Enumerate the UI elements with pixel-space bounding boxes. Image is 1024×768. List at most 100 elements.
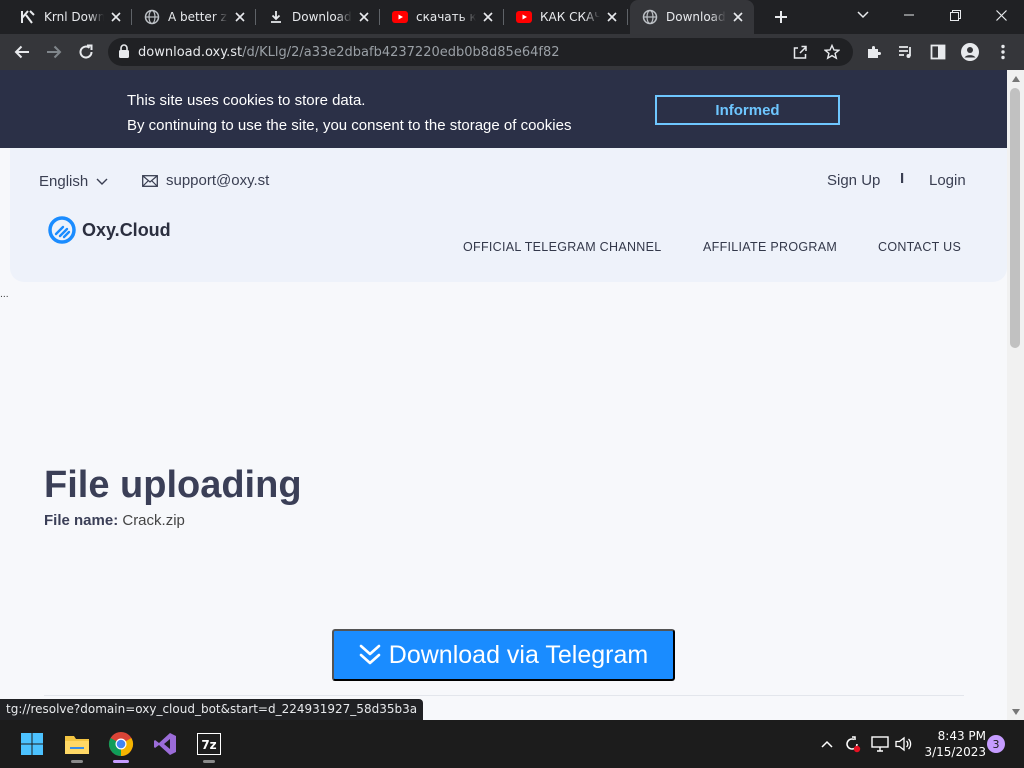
language-selector[interactable]: English <box>39 173 108 190</box>
extensions-puzzle-icon[interactable] <box>865 44 883 60</box>
header-separator: I <box>900 170 905 187</box>
globe-icon <box>144 9 160 25</box>
cookie-accept-button[interactable]: Informed <box>655 95 840 125</box>
restore-icon <box>949 9 961 21</box>
arrow-right-icon <box>47 45 62 59</box>
back-button[interactable] <box>6 36 38 68</box>
taskbar-7zip[interactable]: 7z <box>193 728 225 763</box>
tab-title: Krnl Downloads <box>44 10 104 24</box>
cookie-message: This site uses cookies to store data. By… <box>127 88 571 138</box>
download-icon <box>268 9 284 25</box>
nav-telegram-channel[interactable]: OFFICIAL TELEGRAM CHANNEL <box>463 240 662 254</box>
folder-icon <box>65 736 89 754</box>
chrome-icon <box>108 732 134 756</box>
tab-better-zip[interactable]: A better zip <box>132 0 256 34</box>
tab-title: скачать крякнутый <box>416 10 476 24</box>
nav-contact-us[interactable]: CONTACT US <box>878 240 961 254</box>
oxy-cloud-logo-icon <box>48 216 76 244</box>
oxy-cloud-logo[interactable]: Oxy.Cloud <box>48 216 171 244</box>
link-status-bubble: tg://resolve?domain=oxy_cloud_bot&start=… <box>0 699 424 720</box>
volume-icon[interactable] <box>894 734 914 754</box>
tab-title: Downloads <box>292 10 352 24</box>
kebab-menu-icon[interactable] <box>994 44 1012 60</box>
running-indicator <box>203 760 215 763</box>
web-page: This site uses cookies to store data. By… <box>0 70 1007 720</box>
url-path: /d/KLlg/2/a33e2dbafb4237220edb0b8d85e64f… <box>242 44 560 60</box>
download-via-telegram-button[interactable]: Download via Telegram <box>332 629 675 681</box>
windows-taskbar: 7z 8:43 PM 3/15/2023 3 <box>0 720 1024 768</box>
chevron-down-icon <box>857 11 869 19</box>
page-title: File uploading <box>44 464 302 506</box>
nav-affiliate-program[interactable]: AFFILIATE PROGRAM <box>703 240 837 254</box>
page-scrollbar[interactable] <box>1007 70 1024 720</box>
bookmark-star-icon[interactable] <box>824 44 840 60</box>
visual-studio-icon <box>154 733 176 755</box>
close-icon[interactable] <box>730 9 746 25</box>
scroll-down-arrow-icon[interactable] <box>1011 707 1020 716</box>
minimize-button[interactable] <box>886 0 932 30</box>
svg-text:7z: 7z <box>201 738 216 752</box>
notification-count-badge[interactable]: 3 <box>987 735 1005 753</box>
arrow-left-icon <box>14 45 29 59</box>
new-tab-button[interactable] <box>766 0 796 34</box>
tab-downloads[interactable]: Downloads <box>256 0 380 34</box>
network-icon[interactable] <box>870 734 890 754</box>
taskbar-visual-studio[interactable] <box>149 728 181 760</box>
running-indicator <box>113 760 129 763</box>
close-icon[interactable] <box>480 9 496 25</box>
plus-icon <box>775 11 787 23</box>
tab-search-button[interactable] <box>840 0 886 30</box>
tab-krnl[interactable]: Krnl Downloads <box>8 0 132 34</box>
side-panel-icon[interactable] <box>929 44 947 60</box>
support-email-link[interactable]: support@oxy.st <box>142 172 269 189</box>
reload-button[interactable] <box>70 36 102 68</box>
tab-youtube-1[interactable]: скачать крякнутый <box>380 0 504 34</box>
scroll-up-arrow-icon[interactable] <box>1011 74 1020 83</box>
url-text: download.oxy.st/d/KLlg/2/a33e2dbafb42372… <box>138 45 560 60</box>
signup-link[interactable]: Sign Up <box>827 172 880 189</box>
profile-avatar-icon[interactable] <box>961 43 979 61</box>
reload-icon <box>79 44 93 59</box>
address-bar[interactable]: download.oxy.st/d/KLlg/2/a33e2dbafb42372… <box>108 38 853 66</box>
lock-icon[interactable] <box>118 43 130 62</box>
minimize-icon <box>904 14 914 16</box>
forward-button[interactable] <box>38 36 70 68</box>
restore-button[interactable] <box>932 0 978 30</box>
support-email: support@oxy.st <box>166 172 270 189</box>
start-button[interactable] <box>16 728 48 760</box>
browser-tab-strip: Krnl Downloads A better zip Downloads ск… <box>0 0 1024 34</box>
windows-logo-icon <box>21 733 43 755</box>
ellipsis-text: ... <box>0 290 9 300</box>
chevron-down-icon <box>96 178 108 185</box>
close-icon[interactable] <box>604 9 620 25</box>
clock-time: 8:43 PM <box>937 729 986 743</box>
running-indicator <box>71 760 83 763</box>
sync-alert-icon[interactable] <box>842 734 862 754</box>
system-clock[interactable]: 8:43 PM 3/15/2023 <box>922 728 986 760</box>
taskbar-chrome[interactable] <box>105 728 137 763</box>
7zip-icon: 7z <box>197 733 221 755</box>
close-icon[interactable] <box>232 9 248 25</box>
close-icon[interactable] <box>108 9 124 25</box>
clock-date: 3/15/2023 <box>924 745 986 759</box>
login-link[interactable]: Login <box>929 172 966 189</box>
taskbar-file-explorer[interactable] <box>61 728 93 763</box>
close-icon[interactable] <box>356 9 372 25</box>
tab-download-active[interactable]: Download <box>630 0 754 34</box>
youtube-icon <box>392 9 408 25</box>
tab-youtube-2[interactable]: КАК СКАЧАТЬ <box>504 0 628 34</box>
tray-overflow-chevron-icon[interactable] <box>817 734 837 754</box>
file-name-value: Crack.zip <box>122 512 185 529</box>
krnl-logo-icon <box>20 9 36 25</box>
divider <box>44 695 964 696</box>
logo-text: Oxy.Cloud <box>82 219 171 240</box>
tab-title: КАК СКАЧАТЬ <box>540 10 600 24</box>
browser-toolbar: download.oxy.st/d/KLlg/2/a33e2dbafb42372… <box>0 34 1024 70</box>
media-playlist-icon[interactable] <box>897 44 915 60</box>
share-icon[interactable] <box>792 44 808 60</box>
close-window-button[interactable] <box>978 0 1024 30</box>
globe-icon <box>642 9 658 25</box>
cookie-line-1: This site uses cookies to store data. <box>127 92 366 109</box>
scrollbar-thumb[interactable] <box>1010 88 1020 348</box>
file-name-label: File name: <box>44 512 119 529</box>
